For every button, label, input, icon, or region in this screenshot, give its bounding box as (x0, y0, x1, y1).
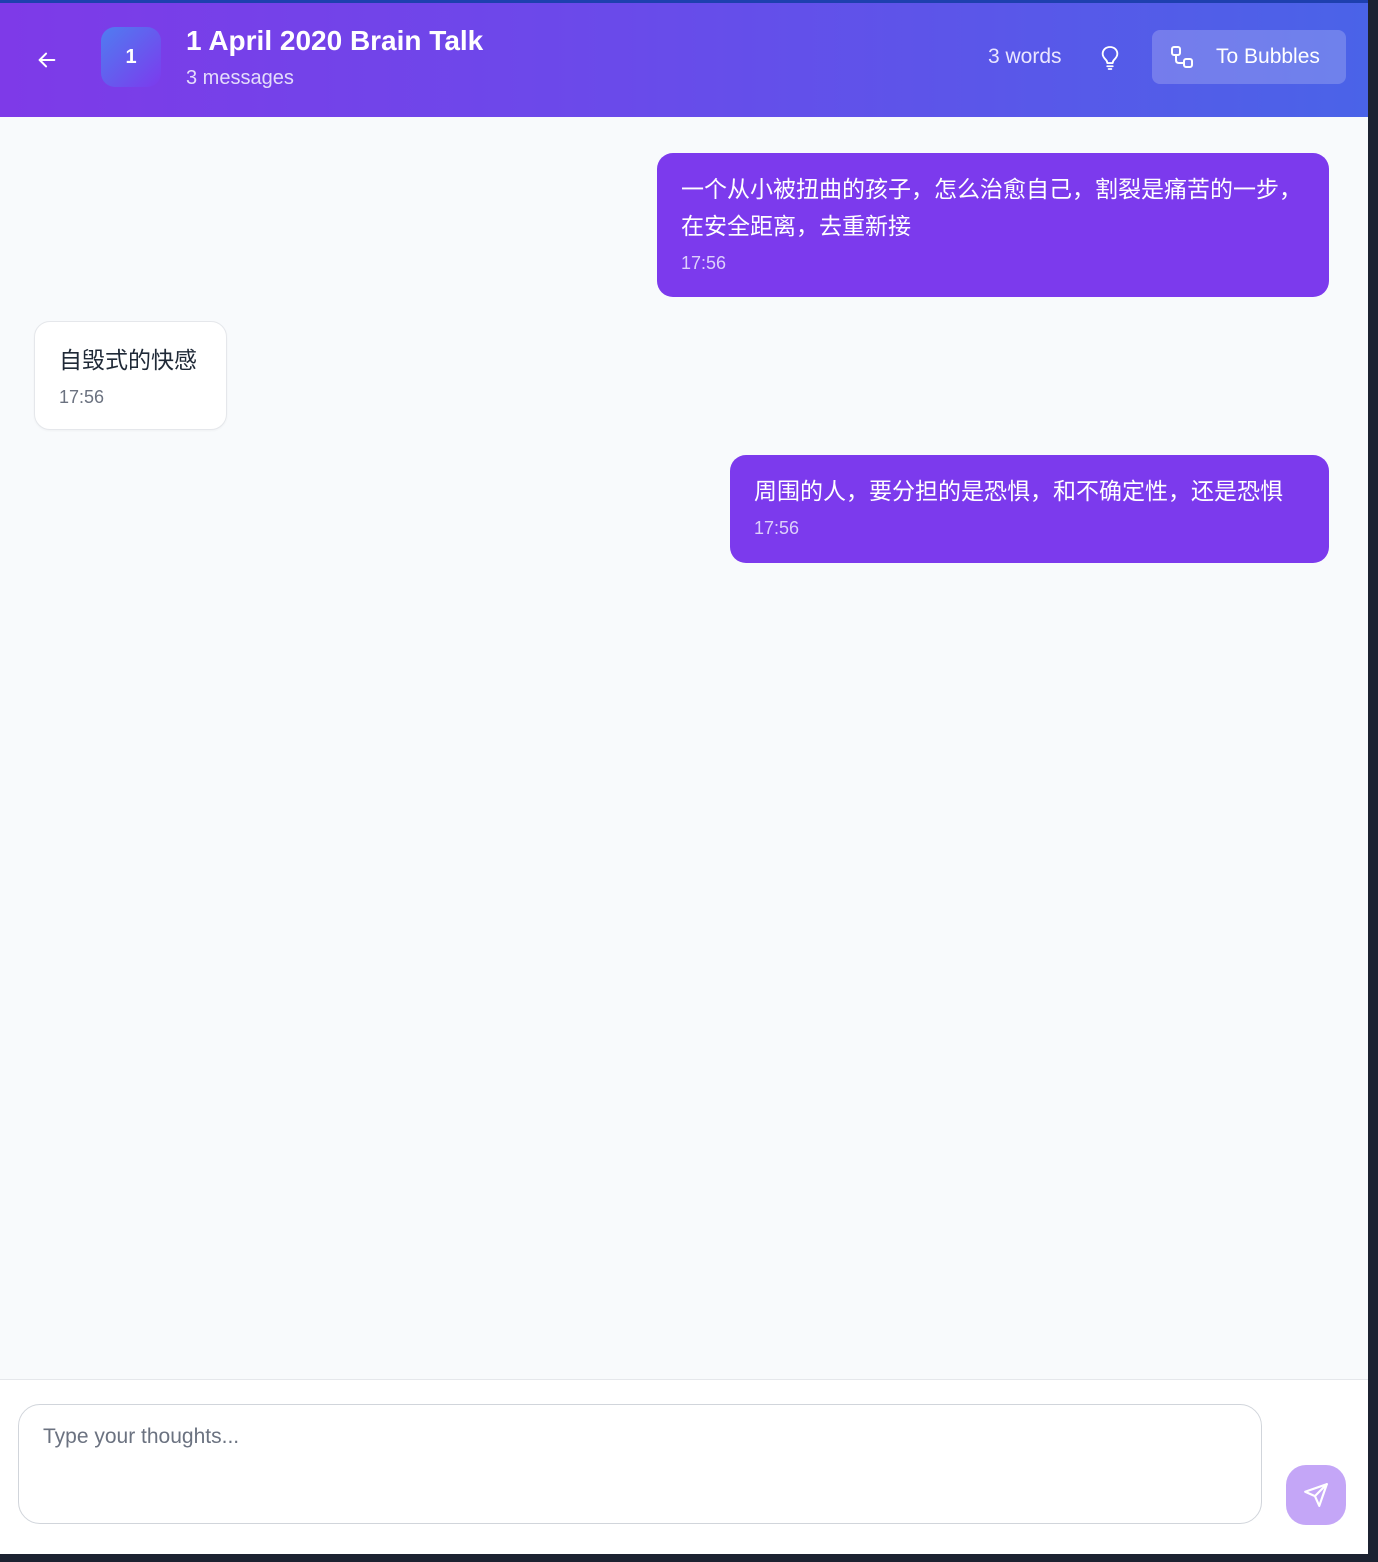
message-time: 17:56 (681, 253, 727, 273)
lightbulb-icon (1101, 46, 1119, 70)
chat-header: 1 1 April 2020 Brain Talk 3 messages 3 w… (0, 3, 1368, 117)
assistant-message: 自毁式的快感 17:56 (34, 321, 227, 430)
message-input[interactable] (18, 1404, 1262, 1524)
send-button[interactable] (1286, 1465, 1346, 1525)
conversation-avatar: 1 (101, 27, 161, 87)
message-count: 3 messages (186, 67, 294, 89)
chat-app: 1 1 April 2020 Brain Talk 3 messages 3 w… (0, 0, 1368, 1554)
message-text: 一个从小被扭曲的孩子，怎么治愈自己，割裂是痛苦的一步，在安全距离，去重新接 (681, 176, 1302, 239)
bubbles-connect-icon (1171, 46, 1193, 68)
message-time: 17:56 (754, 518, 800, 538)
insight-button[interactable] (1094, 41, 1126, 75)
user-message: 周围的人，要分担的是恐惧，和不确定性，还是恐惧 17:56 (730, 455, 1329, 563)
message-text: 周围的人，要分担的是恐惧，和不确定性，还是恐惧 (754, 478, 1283, 504)
arrow-left-icon (38, 52, 56, 68)
message-time: 17:56 (59, 387, 105, 407)
message-text: 自毁式的快感 (59, 347, 197, 373)
to-bubbles-label: To Bubbles (1216, 45, 1320, 68)
page-title: 1 April 2020 Brain Talk (186, 25, 484, 56)
back-button[interactable] (28, 41, 66, 79)
user-message: 一个从小被扭曲的孩子，怎么治愈自己，割裂是痛苦的一步，在安全距离，去重新接 17… (657, 153, 1329, 297)
word-count: 3 words (988, 45, 1062, 68)
send-icon (1304, 1483, 1328, 1507)
composer-bar (0, 1379, 1368, 1554)
to-bubbles-button[interactable]: To Bubbles (1152, 30, 1346, 84)
